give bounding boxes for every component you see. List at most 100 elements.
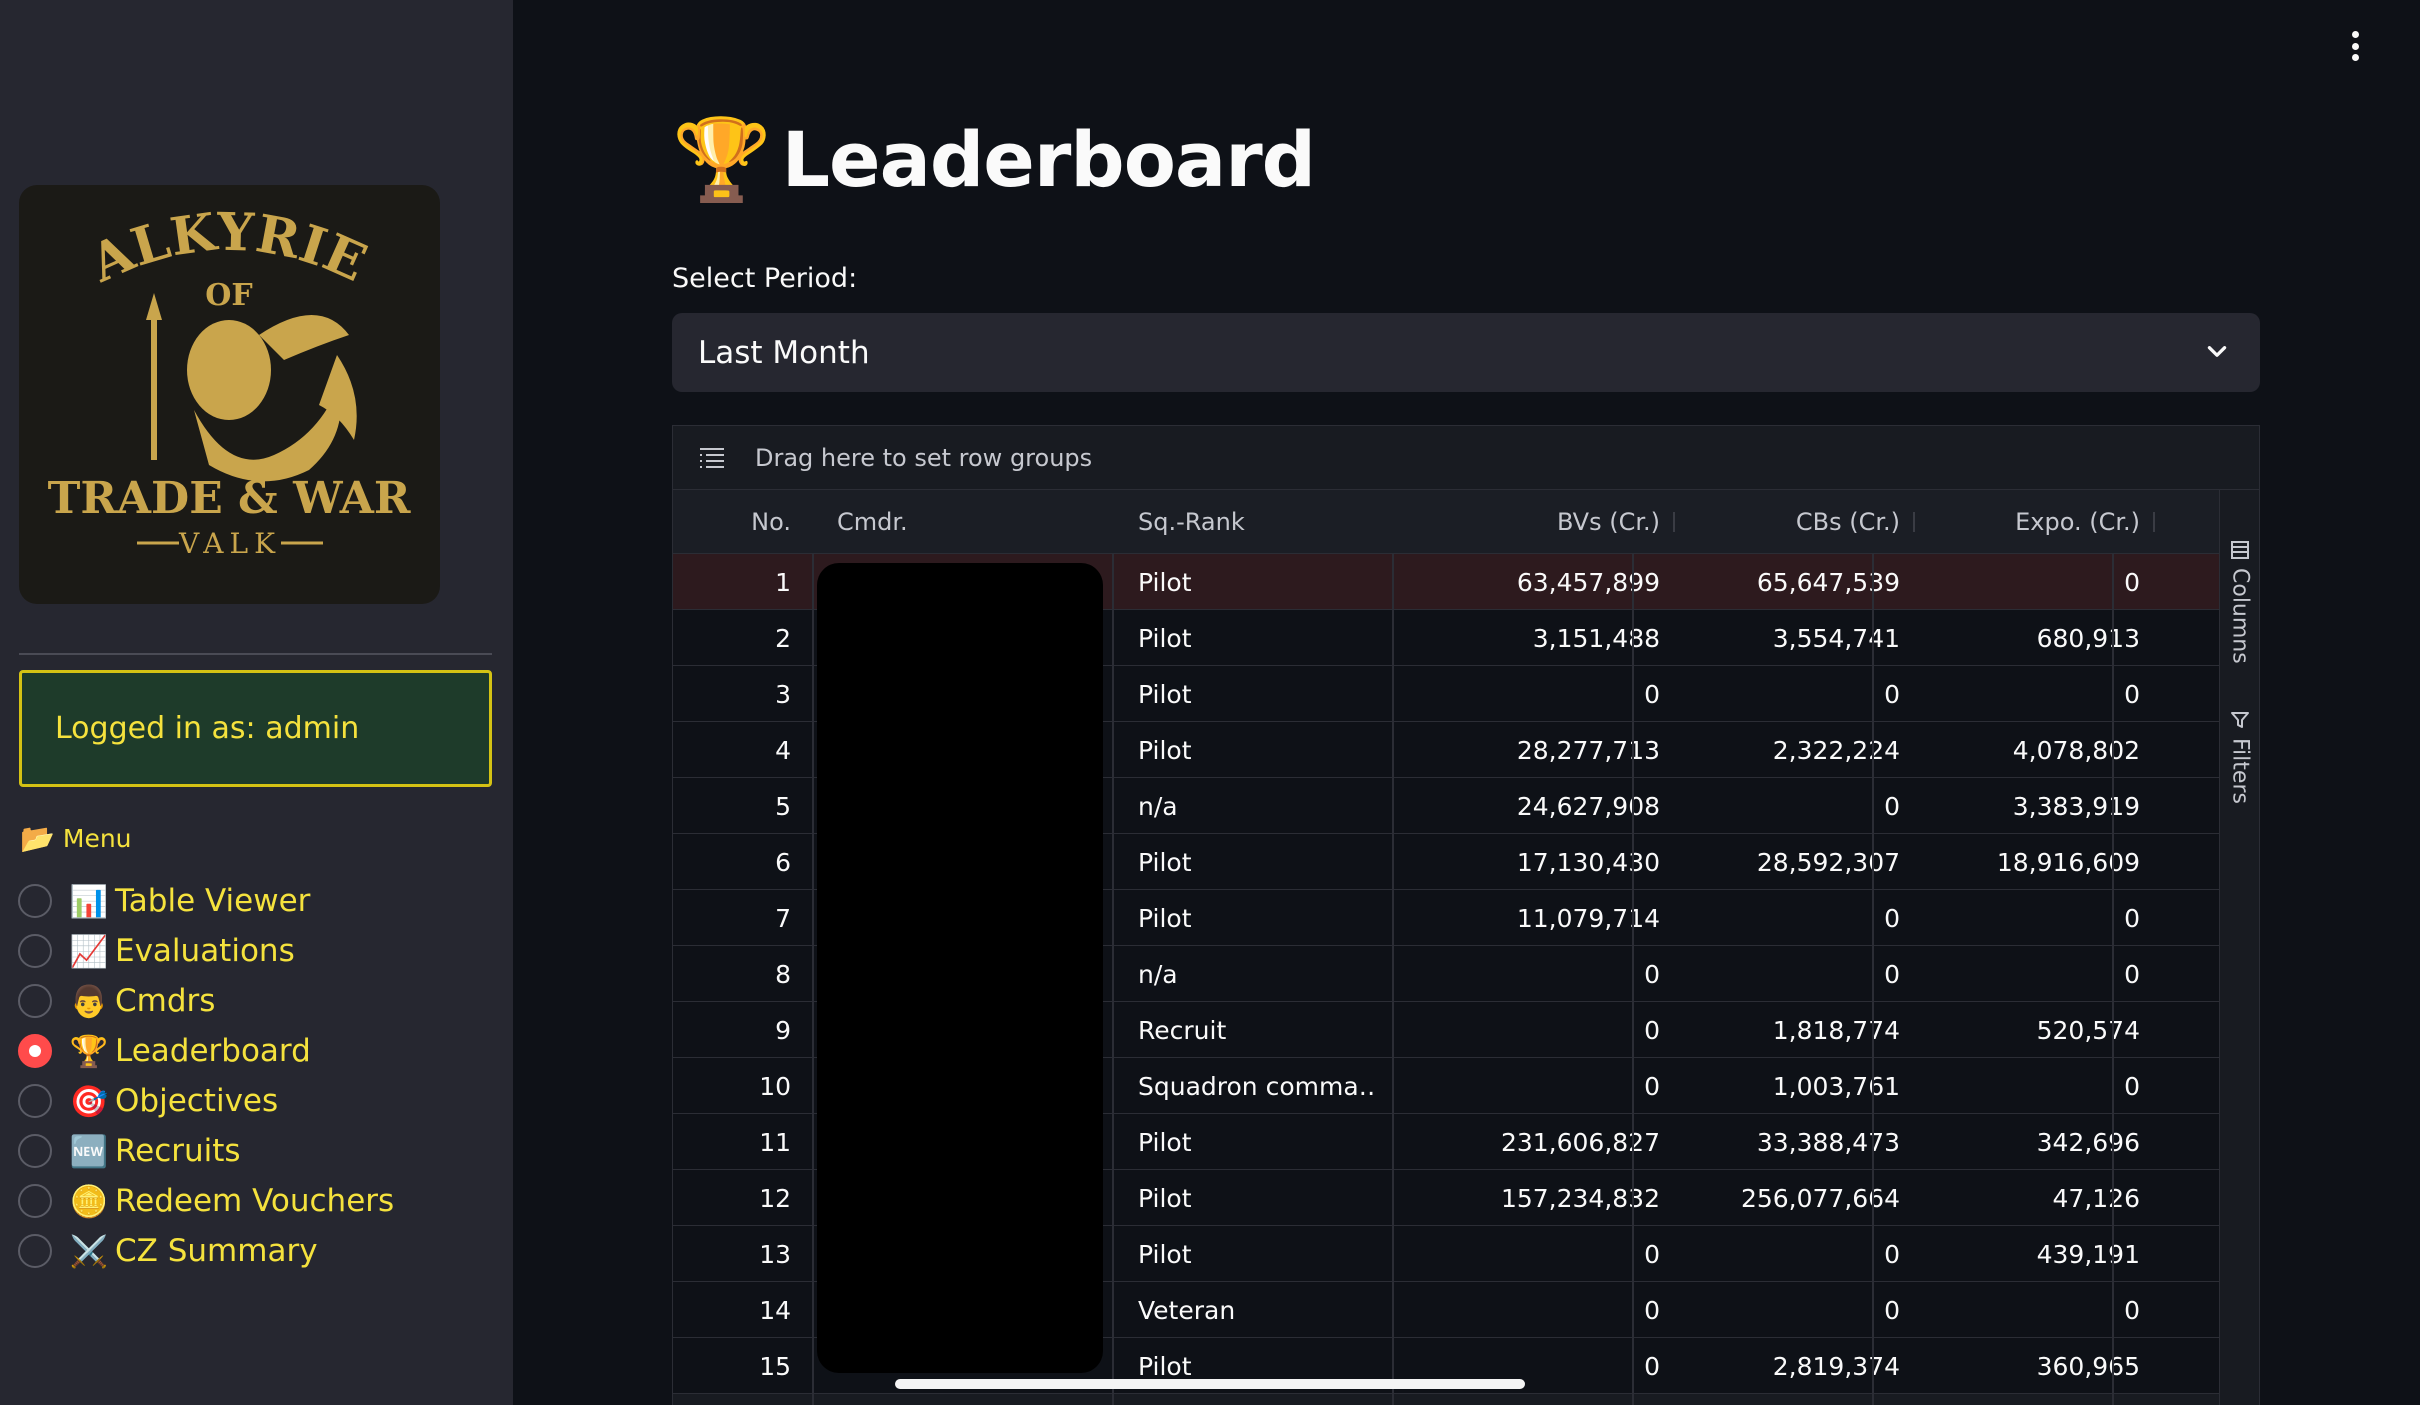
cell-expo: 360,965 [2036, 1351, 2140, 1381]
cell-expo: 0 [2124, 1295, 2140, 1325]
cell-sq-rank: Pilot [1138, 847, 1192, 877]
menu-item-cmdrs[interactable]: 👨 Cmdrs [18, 979, 215, 1023]
horizontal-scrollbar[interactable] [895, 1379, 1525, 1389]
cell-expo: 0 [2124, 567, 2140, 597]
coin-icon: 🪙 [69, 1183, 109, 1220]
radio-button[interactable] [18, 1084, 52, 1118]
period-select-value: Last Month [698, 334, 870, 371]
cell-no: 13 [759, 1239, 791, 1269]
menu-item-objectives[interactable]: 🎯 Objectives [18, 1079, 278, 1123]
menu-item-redeem-vouchers[interactable]: 🪙 Redeem Vouchers [18, 1179, 394, 1223]
cell-sq-rank: n/a [1138, 959, 1178, 989]
menu-item-label: CZ Summary [115, 1233, 318, 1269]
cell-expo: 47,126 [2052, 1183, 2140, 1213]
menu-item-cz-summary[interactable]: ⚔️ CZ Summary [18, 1229, 318, 1273]
cell-expo: 680,913 [2036, 623, 2140, 653]
column-header-bvs[interactable]: BVs (Cr.) [1396, 490, 1660, 554]
filter-icon [2231, 712, 2249, 728]
cell-no: 14 [759, 1295, 791, 1325]
cell-sq-rank: Pilot [1138, 1239, 1192, 1269]
cell-cbs: 2,322,224 [1772, 735, 1900, 765]
period-label: Select Period: [672, 263, 858, 294]
cell-bvs: 157,234,832 [1500, 1183, 1660, 1213]
cell-cbs: 0 [1884, 1295, 1900, 1325]
radio-button[interactable] [18, 984, 52, 1018]
column-header-no[interactable]: No. [673, 490, 791, 554]
valk-logo: VALKYRIES OF TRADE & WAR VALK [19, 185, 440, 604]
column-resize-handle[interactable] [1913, 512, 1915, 532]
cell-cbs: 0 [1884, 903, 1900, 933]
row-group-hint: Drag here to set row groups [755, 443, 1093, 472]
menu-item-label: Evaluations [115, 933, 295, 969]
column-header-cmdr[interactable]: Cmdr. [837, 490, 1087, 554]
radio-button[interactable] [18, 1234, 52, 1268]
radio-button[interactable] [18, 1184, 52, 1218]
sidebar-divider [19, 653, 492, 655]
cell-cbs: 1,818,774 [1772, 1015, 1900, 1045]
cell-no: 8 [775, 959, 791, 989]
cell-bvs: 11,079,714 [1516, 903, 1660, 933]
menu-item-label: Table Viewer [115, 883, 311, 919]
grid-side-panel: Columns Filters [2219, 490, 2259, 1405]
logo-text-valk: VALK [178, 527, 281, 560]
cell-sq-rank: Pilot [1138, 1127, 1192, 1157]
folder-icon: 📂 [20, 822, 55, 855]
cell-no: 11 [759, 1127, 791, 1157]
column-resize-handle[interactable] [2153, 512, 2155, 532]
menu-item-leaderboard[interactable]: 🏆 Leaderboard [18, 1029, 311, 1073]
bar-chart-icon: 📊 [69, 883, 109, 920]
cell-bvs: 63,457,899 [1516, 567, 1660, 597]
cell-expo: 342,696 [2036, 1127, 2140, 1157]
target-icon: 🎯 [69, 1083, 109, 1120]
cell-sq-rank: Pilot [1138, 623, 1192, 653]
cell-sq-rank: Pilot [1138, 903, 1192, 933]
page-title: 🏆 Leaderboard [672, 115, 1316, 204]
filters-tool-button[interactable]: Filters [2220, 710, 2259, 804]
cell-bvs: 0 [1644, 1015, 1660, 1045]
more-options-icon[interactable] [2340, 28, 2370, 64]
logo-image: VALKYRIES OF TRADE & WAR VALK [19, 185, 411, 560]
row-group-drop-zone[interactable]: Drag here to set row groups [673, 426, 2259, 490]
radio-button[interactable] [18, 934, 52, 968]
logo-text-of: OF [205, 278, 252, 313]
menu-item-table-viewer[interactable]: 📊 Table Viewer [18, 879, 310, 923]
cell-expo: 439,191 [2036, 1239, 2140, 1269]
menu-item-evaluations[interactable]: 📈 Evaluations [18, 929, 295, 973]
radio-button[interactable] [18, 884, 52, 918]
sidebar: VALKYRIES OF TRADE & WAR VALK Logged in … [0, 0, 513, 1405]
cell-sq-rank: n/a [1138, 791, 1178, 821]
logo-text-trade-war: TRADE & WAR [48, 473, 411, 524]
menu-item-recruits[interactable]: 🆕 Recruits [18, 1129, 241, 1173]
column-header-sq-rank[interactable]: Sq.-Rank [1138, 490, 1388, 554]
cell-sq-rank: Pilot [1138, 1183, 1192, 1213]
cell-bvs: 0 [1644, 679, 1660, 709]
cell-no: 3 [775, 679, 791, 709]
cell-no: 9 [775, 1015, 791, 1045]
cell-no: 7 [775, 903, 791, 933]
cell-cbs: 0 [1884, 679, 1900, 709]
column-header-expo[interactable]: Expo. (Cr.) [1876, 490, 2140, 554]
redacted-commander-names [817, 563, 1103, 1373]
columns-tool-button[interactable]: Columns [2220, 540, 2259, 664]
cell-expo: 0 [2124, 959, 2140, 989]
cell-no: 10 [759, 1071, 791, 1101]
cell-bvs: 231,606,827 [1500, 1127, 1660, 1157]
menu-item-label: Cmdrs [115, 983, 216, 1019]
cell-cbs: 2,819,374 [1772, 1351, 1900, 1381]
cell-no: 2 [775, 623, 791, 653]
logo-text-valkyries: VALKYRIES [19, 185, 375, 295]
column-resize-handle[interactable] [1673, 512, 1675, 532]
menu-item-label: Recruits [115, 1133, 241, 1169]
period-select[interactable]: Last Month [672, 313, 2260, 392]
cell-sq-rank: Pilot [1138, 735, 1192, 765]
column-header-cbs[interactable]: CBs (Cr.) [1636, 490, 1900, 554]
radio-button[interactable] [18, 1134, 52, 1168]
menu-title: Menu [62, 824, 132, 853]
trend-chart-icon: 📈 [69, 933, 109, 970]
cell-cbs: 0 [1884, 959, 1900, 989]
cell-sq-rank: Pilot [1138, 567, 1192, 597]
cell-no: 12 [759, 1183, 791, 1213]
cell-no: 6 [775, 847, 791, 877]
menu-item-label: Redeem Vouchers [115, 1183, 395, 1219]
radio-button-selected[interactable] [18, 1034, 52, 1068]
